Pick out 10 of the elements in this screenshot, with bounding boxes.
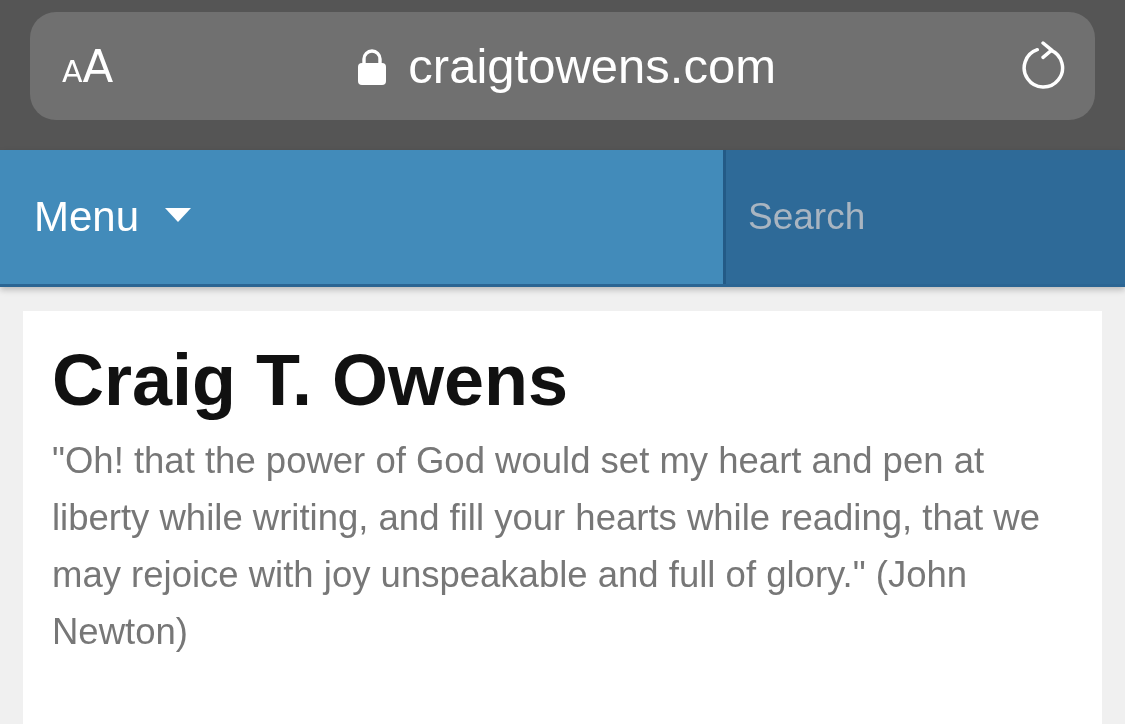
url-text[interactable]: craigtowens.com xyxy=(408,41,776,91)
address-bar[interactable]: AA craigtowens.com xyxy=(30,12,1095,120)
quote-text: "Oh! that the power of God would set my heart and pen at liberty while writing, and fill your hearts while reading, that we may rejoice with joy unspeakable and full of glory." (John Newton) xyxy=(52,439,1041,654)
search-field[interactable]: Search xyxy=(723,150,1125,284)
text-size-button[interactable]: AA xyxy=(62,43,114,89)
menu-button[interactable]: Menu xyxy=(0,150,723,284)
caret-icon xyxy=(165,208,192,222)
reload-icon[interactable] xyxy=(1021,41,1067,91)
lock-icon xyxy=(358,49,387,85)
page-title: Craig T. Owens xyxy=(52,341,570,420)
